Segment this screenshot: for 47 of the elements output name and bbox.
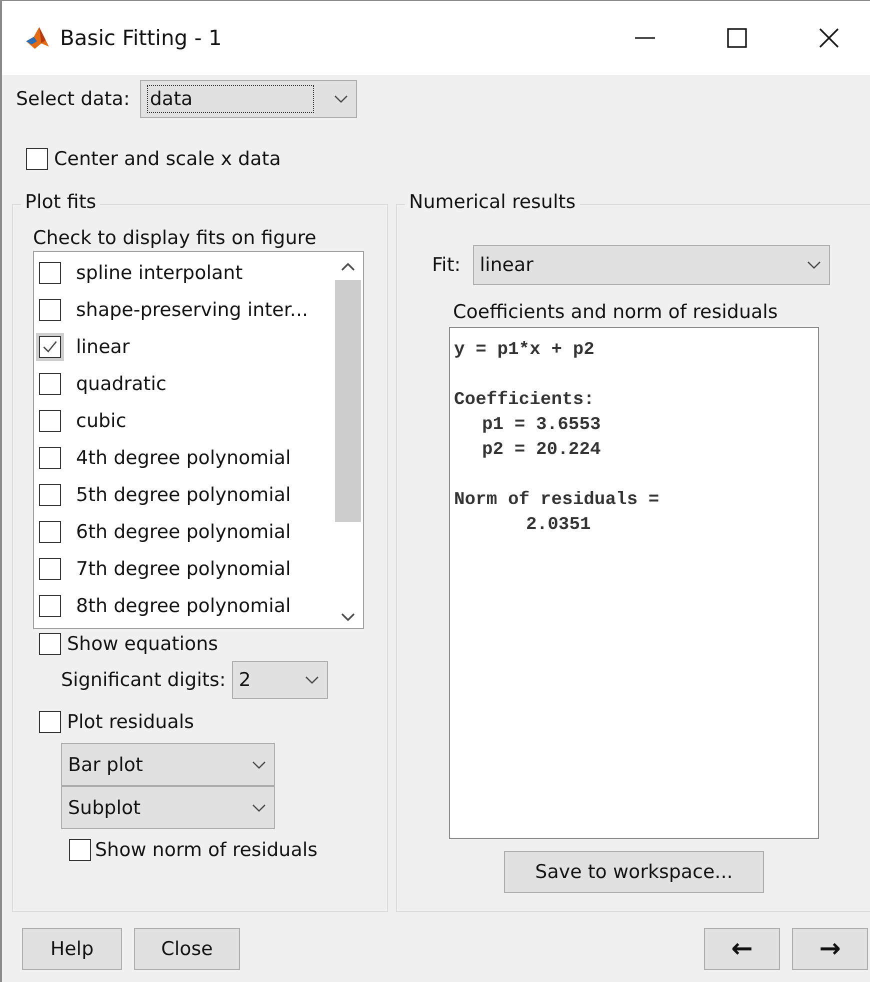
results-label: Coefficients and norm of residuals bbox=[453, 301, 779, 323]
fit-checkbox[interactable]: 4th degree polynomial bbox=[34, 439, 333, 476]
window-title: Basic Fitting - 1 bbox=[60, 26, 222, 50]
fit-checkbox[interactable]: 6th degree polynomial bbox=[34, 513, 333, 550]
fit-checkbox[interactable]: 8th degree polynomial bbox=[34, 587, 333, 624]
digits-dropdown[interactable]: 2 bbox=[232, 661, 328, 699]
coefficient-text: p2 = 20.224 bbox=[481, 439, 602, 462]
norm-label: Norm of residuals = bbox=[454, 489, 660, 512]
fit-checkbox[interactable]: shape-preserving inter... bbox=[34, 291, 333, 328]
close-icon[interactable] bbox=[818, 27, 840, 49]
significant-digits-label: Significant digits: bbox=[61, 669, 226, 691]
scroll-up-icon[interactable] bbox=[340, 262, 356, 272]
plot-residuals-checkbox[interactable]: Plot residuals bbox=[39, 711, 387, 733]
save-to-workspace-button[interactable]: Save to workspace... bbox=[504, 851, 764, 893]
coefficient-text: p1 = 3.6553 bbox=[481, 414, 602, 437]
help-button[interactable]: Help bbox=[22, 928, 122, 970]
fit-checkbox[interactable]: quadratic bbox=[34, 365, 333, 402]
coefficients-heading: Coefficients: bbox=[454, 389, 596, 412]
close-button[interactable]: Close bbox=[134, 928, 240, 970]
fit-checkbox[interactable]: 5th degree polynomial bbox=[34, 476, 333, 513]
select-data-label: Select data: bbox=[16, 88, 130, 110]
chevron-icon bbox=[334, 95, 348, 103]
chevron-icon bbox=[252, 804, 266, 812]
fit-checkbox[interactable]: 7th degree polynomial bbox=[34, 550, 333, 587]
data-dropdown[interactable]: data bbox=[140, 80, 357, 118]
plot-type-dropdown[interactable]: Bar plot bbox=[61, 743, 275, 786]
scroll-thumb[interactable] bbox=[335, 280, 361, 522]
fit-checkbox[interactable]: spline interpolant bbox=[34, 254, 333, 291]
chevron-icon bbox=[806, 261, 821, 269]
chevron-icon bbox=[304, 676, 319, 684]
layout-dropdown[interactable]: Subplot bbox=[61, 786, 275, 829]
norm-value: 2.0351 bbox=[525, 514, 592, 537]
center-scale-checkbox[interactable]: Center and scale x data bbox=[26, 148, 870, 170]
back-button[interactable]: ← bbox=[704, 928, 780, 970]
peak-logo-icon bbox=[24, 25, 50, 51]
instruction-text: Check to display fits on figure bbox=[33, 227, 318, 249]
chevron-icon bbox=[252, 760, 266, 768]
fit-checkbox[interactable]: linear bbox=[34, 328, 333, 365]
fit-label: Fit: bbox=[432, 254, 461, 276]
show-norm-checkbox[interactable]: Show norm of residuals bbox=[69, 839, 387, 861]
equation-text: y = p1*x + p2 bbox=[454, 339, 596, 362]
forward-button[interactable]: → bbox=[792, 928, 868, 970]
fit-dropdown[interactable]: linear bbox=[472, 245, 830, 285]
maximize-icon[interactable] bbox=[726, 27, 748, 49]
show-equations-checkbox[interactable]: Show equations bbox=[39, 633, 387, 655]
fit-checkbox[interactable]: cubic bbox=[34, 402, 333, 439]
scroll-down-icon[interactable] bbox=[340, 612, 356, 622]
